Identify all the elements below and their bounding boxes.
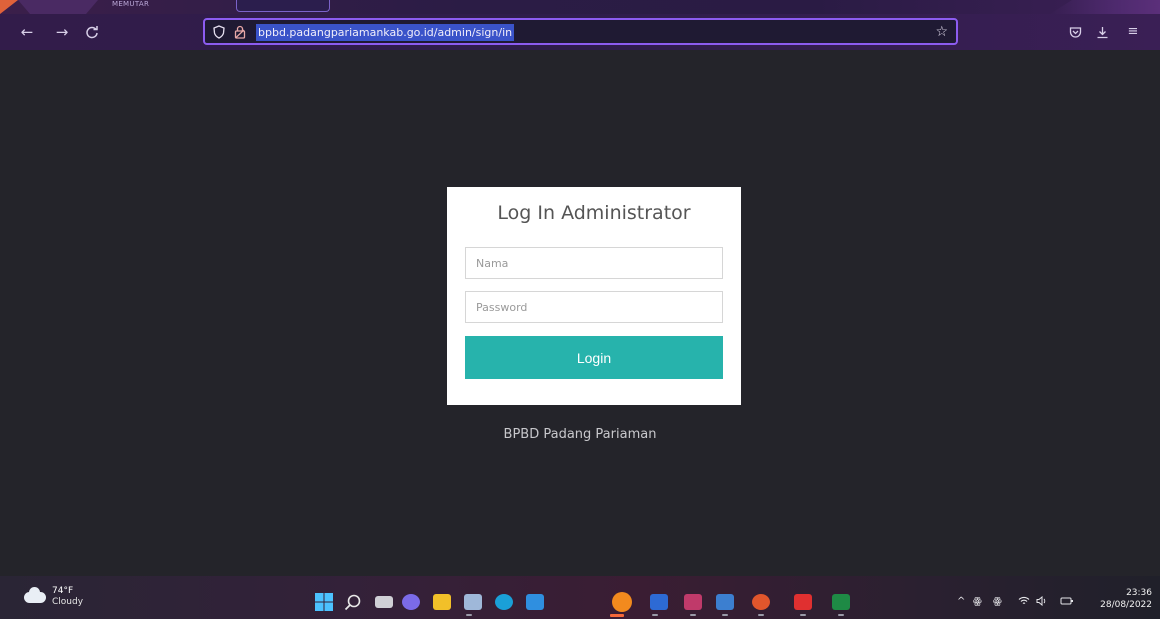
bookmark-star-icon[interactable]: ☆ [935,23,948,41]
navigation-bar: ← → bpbd.padangpariamankab.go.id/admin/s… [0,14,1160,50]
volume-icon[interactable] [1036,595,1048,609]
running-indicator [690,614,696,616]
file-explorer-icon[interactable] [433,594,451,610]
back-arrow-icon: ← [20,23,34,41]
active-app-indicator [610,614,624,617]
pocket-icon[interactable] [1066,22,1084,42]
task-view-icon[interactable] [375,596,393,608]
acrobat-icon[interactable] [794,594,812,610]
reload-icon [85,25,99,43]
edge-browser-icon[interactable] [495,594,513,610]
login-card: Log In Administrator Login [447,187,741,405]
back-button[interactable]: ← [17,22,37,42]
tray-app-icon[interactable]: ꙮ [993,596,1002,607]
weather-widget[interactable]: 74°F Cloudy [24,586,104,612]
tray-app-icon[interactable]: ꙮ [973,596,982,607]
tab-strip: MEMUTAR [0,0,1160,14]
downloads-icon[interactable] [1093,22,1111,42]
show-hidden-icons-chevron-icon[interactable]: ^ [957,596,965,607]
excel-icon[interactable] [832,594,850,610]
system-clock[interactable]: 23:36 28/08/2022 [1100,587,1152,611]
word-icon[interactable] [650,594,668,610]
login-button[interactable]: Login [465,336,723,379]
running-indicator [800,614,806,616]
weather-temperature: 74°F [52,586,74,596]
forward-arrow-icon: → [55,23,69,41]
running-indicator [652,614,658,616]
powerpoint-icon[interactable] [752,594,770,610]
menu-icon[interactable]: ≡ [1124,22,1142,42]
login-title: Log In Administrator [497,202,691,224]
running-indicator [466,614,472,616]
page-content: Log In Administrator Login BPBD Padang P… [0,50,1160,576]
microsoft-store-icon[interactable] [526,594,544,610]
password-field[interactable] [465,291,723,323]
battery-icon[interactable] [1060,596,1074,609]
winrar-icon[interactable] [684,594,702,610]
active-tab[interactable] [236,0,330,12]
clock-time: 23:36 [1126,588,1152,598]
username-field[interactable] [465,247,723,279]
lock-icon[interactable] [232,23,248,41]
url-text[interactable]: bpbd.padangpariamankab.go.id/admin/sign/… [256,24,515,41]
running-indicator [758,614,764,616]
tab-background-right [1050,0,1160,14]
tracking-protection-shield-icon[interactable] [211,23,227,41]
wifi-icon[interactable] [1018,596,1030,609]
windows-start-icon[interactable] [315,593,333,611]
firefox-icon[interactable] [612,592,632,612]
forward-button[interactable]: → [52,22,72,42]
running-indicator [722,614,728,616]
taskbar: 74°F Cloudy ^ ꙮ ꙮ 23:36 28/08/2022 [0,576,1160,619]
search-icon[interactable] [344,594,362,611]
image-viewer-icon[interactable] [716,594,734,610]
tab-background[interactable] [18,0,98,14]
url-bar[interactable]: bpbd.padangpariamankab.go.id/admin/sign/… [203,18,958,45]
tab-label[interactable]: MEMUTAR [112,0,149,8]
chat-icon[interactable] [402,594,420,610]
clock-date: 28/08/2022 [1100,600,1152,610]
weather-condition: Cloudy [52,597,84,607]
tab-accent-shape [0,0,18,14]
running-indicator [838,614,844,616]
cloud-icon [24,587,46,603]
site-footer-text: BPBD Padang Pariaman [503,427,657,442]
photos-app-icon[interactable] [464,594,482,610]
reload-button[interactable] [82,22,102,42]
